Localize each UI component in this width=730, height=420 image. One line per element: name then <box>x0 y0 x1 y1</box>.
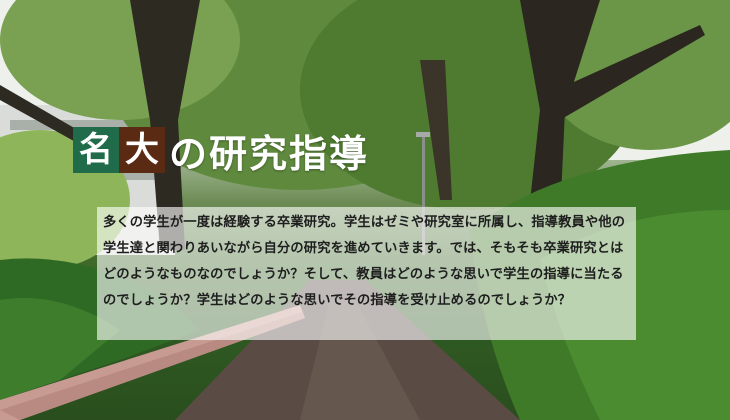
title-char-box-1: 名 <box>73 127 119 173</box>
title-text: の研究指導 <box>169 131 370 176</box>
page-title: 名 大 の研究指導 <box>73 124 369 176</box>
hero-banner: 名 大 の研究指導 多くの学生が一度は経験する卒業研究。学生はゼミや研究室に所属… <box>0 0 730 420</box>
title-char-box-2: 大 <box>119 127 165 173</box>
intro-text-panel: 多くの学生が一度は経験する卒業研究。学生はゼミや研究室に所属し、指導教員や他の学… <box>97 207 636 340</box>
intro-paragraph: 多くの学生が一度は経験する卒業研究。学生はゼミや研究室に所属し、指導教員や他の学… <box>103 215 626 308</box>
